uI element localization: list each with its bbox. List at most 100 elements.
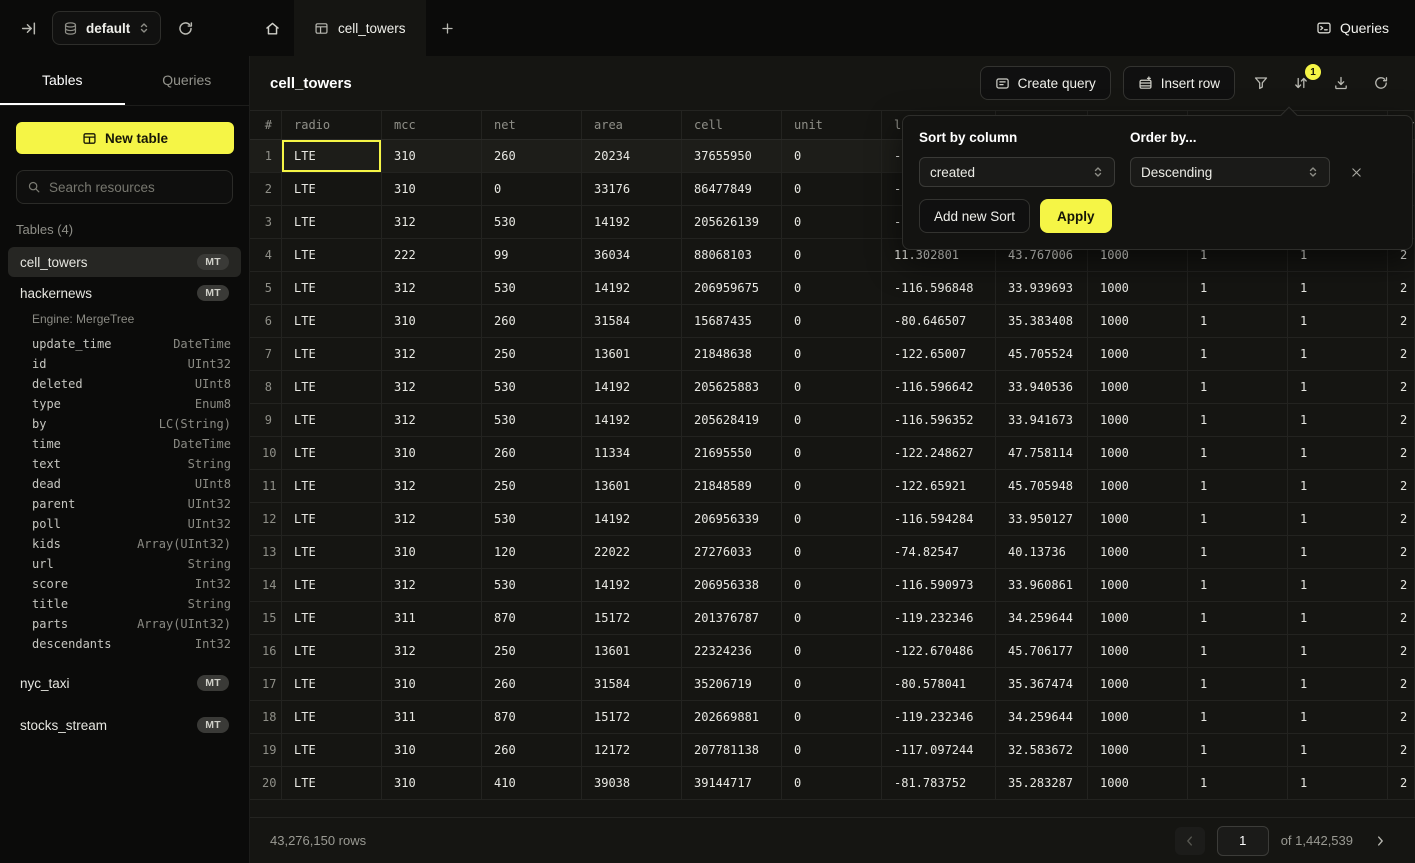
row-number[interactable]: 17 [250, 668, 282, 700]
grid-cell[interactable]: 33.940536 [996, 371, 1088, 403]
grid-cell[interactable]: 1000 [1088, 404, 1188, 436]
add-new-sort-button[interactable]: Add new Sort [919, 199, 1030, 233]
grid-cell[interactable]: 35.383408 [996, 305, 1088, 337]
sort-column-select[interactable]: created [919, 157, 1115, 187]
grid-cell[interactable]: 13601 [582, 635, 682, 667]
grid-cell[interactable]: 88068103 [682, 239, 782, 271]
grid-cell[interactable]: 1000 [1088, 371, 1188, 403]
grid-cell[interactable]: 1000 [1088, 470, 1188, 502]
grid-cell[interactable]: LTE [282, 635, 382, 667]
grid-cell[interactable]: LTE [282, 173, 382, 205]
grid-cell[interactable]: 22022 [582, 536, 682, 568]
grid-cell[interactable]: 15172 [582, 701, 682, 733]
row-number[interactable]: 5 [250, 272, 282, 304]
sidebar-item-stocks-stream[interactable]: stocks_stream MT [8, 710, 241, 740]
row-number[interactable]: 18 [250, 701, 282, 733]
row-number[interactable]: 13 [250, 536, 282, 568]
grid-cell[interactable]: 1000 [1088, 767, 1188, 799]
grid-cell[interactable]: 2 [1388, 734, 1415, 766]
grid-cell[interactable]: 1000 [1088, 635, 1188, 667]
grid-cell[interactable]: 1000 [1088, 503, 1188, 535]
grid-cell[interactable]: 0 [782, 338, 882, 370]
grid-cell[interactable]: 2 [1388, 536, 1415, 568]
grid-cell[interactable]: 0 [782, 305, 882, 337]
grid-cell[interactable]: 530 [482, 569, 582, 601]
grid-cell[interactable]: 1 [1188, 602, 1288, 634]
grid-cell[interactable]: -117.097244 [882, 734, 996, 766]
grid-cell[interactable]: LTE [282, 536, 382, 568]
grid-cell[interactable]: 2 [1388, 767, 1415, 799]
grid-cell[interactable]: 310 [382, 173, 482, 205]
grid-cell[interactable]: 1 [1188, 338, 1288, 370]
home-tab[interactable] [250, 0, 294, 56]
grid-cell[interactable]: 31584 [582, 305, 682, 337]
remove-sort-button[interactable] [1345, 161, 1367, 183]
grid-cell[interactable]: LTE [282, 668, 382, 700]
grid-cell[interactable]: 45.706177 [996, 635, 1088, 667]
row-number[interactable]: 15 [250, 602, 282, 634]
tab-cell-towers[interactable]: cell_towers [294, 0, 426, 56]
grid-cell[interactable]: 530 [482, 404, 582, 436]
grid-cell[interactable]: LTE [282, 437, 382, 469]
grid-cell[interactable]: 1 [1188, 668, 1288, 700]
grid-cell[interactable]: 1 [1288, 734, 1388, 766]
grid-cell[interactable]: 0 [782, 569, 882, 601]
grid-cell[interactable]: 1 [1188, 305, 1288, 337]
refresh-connection-button[interactable] [171, 14, 199, 42]
grid-cell[interactable]: 2 [1388, 503, 1415, 535]
grid-cell[interactable]: 0 [782, 371, 882, 403]
queries-button[interactable]: Queries [1316, 20, 1389, 36]
grid-cell[interactable]: 2 [1388, 635, 1415, 667]
page-number-input[interactable] [1217, 826, 1269, 856]
grid-cell[interactable]: 1 [1288, 668, 1388, 700]
grid-cell[interactable]: 2 [1388, 437, 1415, 469]
grid-cell[interactable]: 310 [382, 668, 482, 700]
grid-cell[interactable]: -122.670486 [882, 635, 996, 667]
grid-cell[interactable]: 1000 [1088, 338, 1188, 370]
grid-cell[interactable]: 260 [482, 305, 582, 337]
grid-cell[interactable]: 205626139 [682, 206, 782, 238]
grid-cell[interactable]: 1 [1188, 470, 1288, 502]
grid-cell[interactable]: 2 [1388, 701, 1415, 733]
grid-cell[interactable]: 32.583672 [996, 734, 1088, 766]
grid-cell[interactable]: 312 [382, 404, 482, 436]
grid-cell[interactable]: 206956339 [682, 503, 782, 535]
new-tab-button[interactable] [426, 0, 470, 56]
grid-cell[interactable]: 2 [1388, 602, 1415, 634]
grid-cell[interactable]: 202669881 [682, 701, 782, 733]
grid-cell[interactable]: 222 [382, 239, 482, 271]
grid-cell[interactable]: 312 [382, 338, 482, 370]
grid-cell[interactable]: 1 [1288, 536, 1388, 568]
grid-cell[interactable]: 250 [482, 635, 582, 667]
grid-cell[interactable]: 1 [1188, 404, 1288, 436]
grid-cell[interactable]: 1 [1188, 536, 1288, 568]
grid-cell[interactable]: 0 [782, 602, 882, 634]
row-number[interactable]: 3 [250, 206, 282, 238]
grid-cell[interactable]: 0 [782, 767, 882, 799]
grid-cell[interactable]: 0 [782, 239, 882, 271]
grid-cell[interactable]: 530 [482, 503, 582, 535]
grid-cell[interactable]: 1 [1288, 767, 1388, 799]
grid-cell[interactable]: 312 [382, 503, 482, 535]
grid-cell[interactable]: LTE [282, 569, 382, 601]
grid-cell[interactable]: 33.941673 [996, 404, 1088, 436]
grid-cell[interactable]: 260 [482, 140, 582, 172]
grid-cell[interactable]: -80.578041 [882, 668, 996, 700]
grid-cell[interactable]: 35206719 [682, 668, 782, 700]
grid-cell[interactable]: 311 [382, 602, 482, 634]
grid-cell[interactable]: 205625883 [682, 371, 782, 403]
grid-cell[interactable]: 0 [782, 635, 882, 667]
grid-cell[interactable]: 14192 [582, 503, 682, 535]
grid-cell[interactable]: LTE [282, 239, 382, 271]
grid-cell[interactable]: LTE [282, 602, 382, 634]
grid-cell[interactable]: 0 [782, 404, 882, 436]
grid-cell[interactable]: 311 [382, 701, 482, 733]
grid-cell[interactable]: 21848589 [682, 470, 782, 502]
grid-cell[interactable]: 310 [382, 305, 482, 337]
grid-cell[interactable]: 312 [382, 371, 482, 403]
grid-cell[interactable]: 0 [782, 206, 882, 238]
row-number[interactable]: 12 [250, 503, 282, 535]
grid-cell[interactable]: 1 [1288, 635, 1388, 667]
grid-cell[interactable]: 22324236 [682, 635, 782, 667]
grid-cell[interactable]: 15687435 [682, 305, 782, 337]
